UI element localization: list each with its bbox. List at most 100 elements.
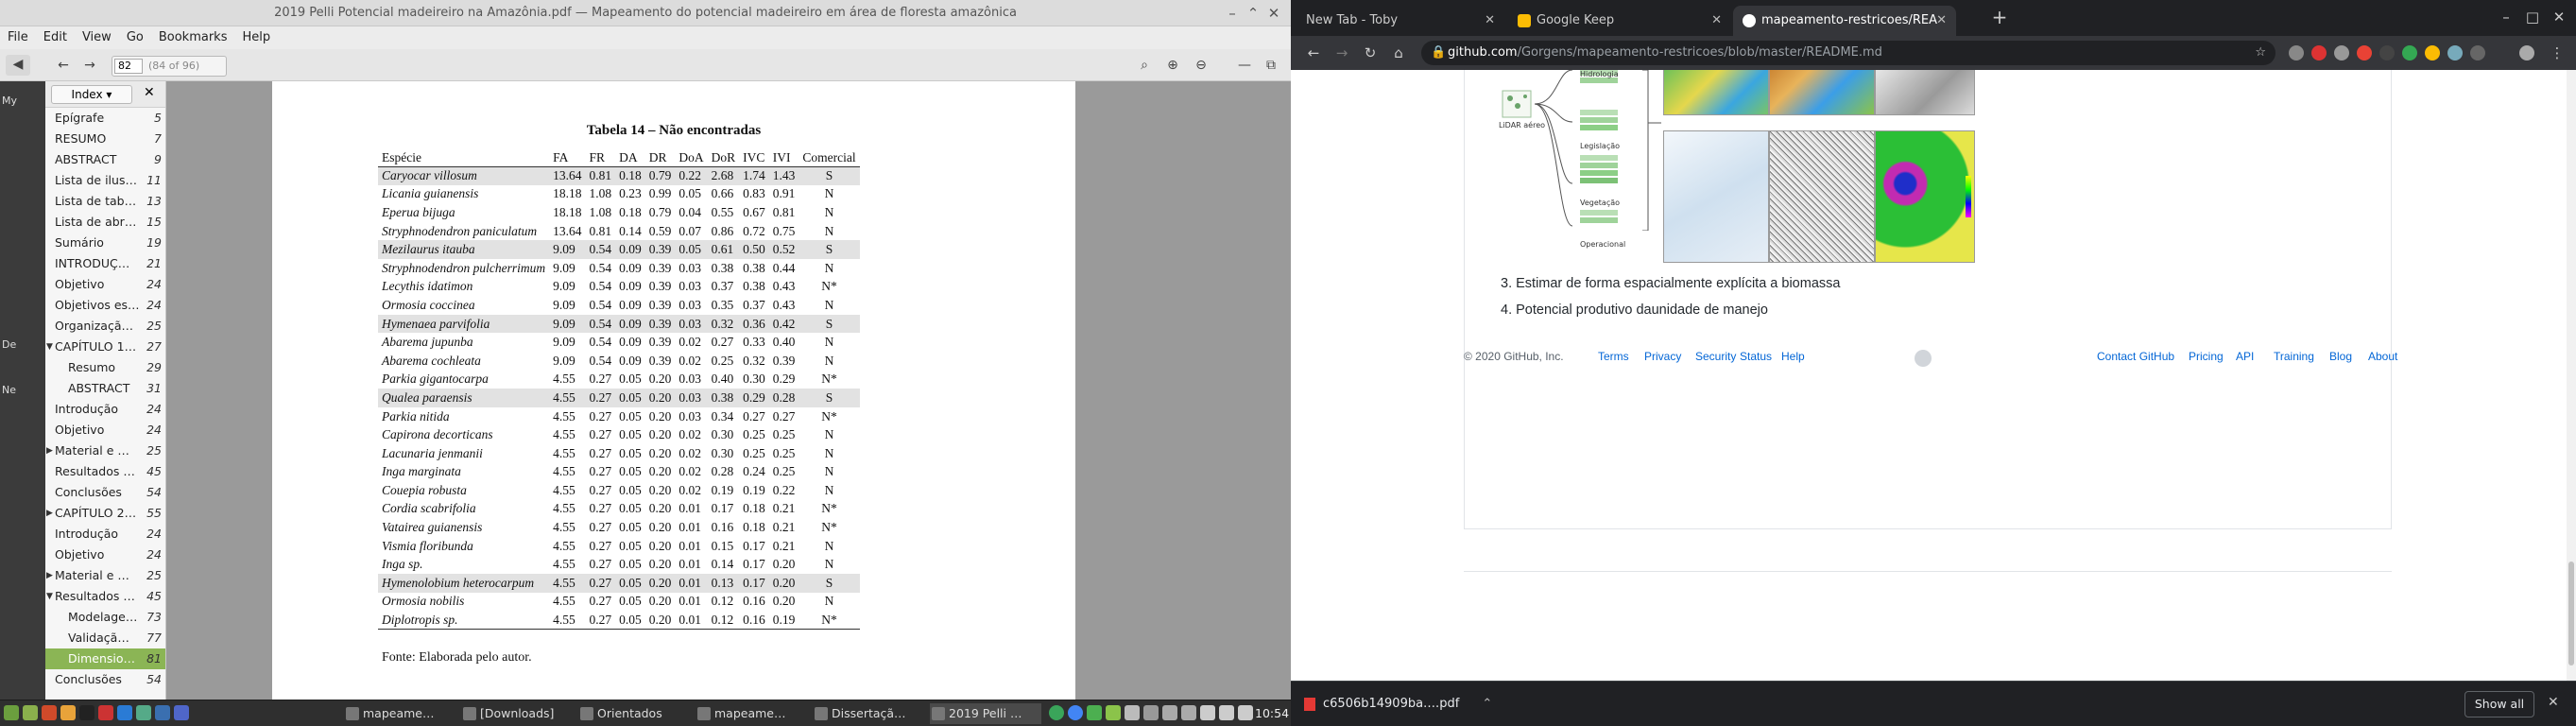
bookmark-star-icon[interactable]: ☆: [2255, 41, 2266, 65]
toc-item[interactable]: Objetivo 24: [45, 544, 165, 565]
extension-icon[interactable]: [2334, 45, 2349, 60]
shield-icon[interactable]: [1106, 705, 1121, 720]
close-download-bar-icon[interactable]: ✕: [2548, 695, 2559, 710]
go-forward-icon[interactable]: →: [79, 56, 100, 75]
toc-item[interactable]: ▶ CAPÍTULO 2… 55: [45, 503, 165, 524]
scrollbar-thumb[interactable]: [2568, 562, 2574, 666]
toc-item[interactable]: Lista de ilus… 11: [45, 170, 165, 191]
toc-item[interactable]: Sumário 19: [45, 233, 165, 253]
toc-item[interactable]: ▶ Material e … 25: [45, 441, 165, 461]
tab-github-readme[interactable]: mapeamento-restricoes/REA ✕: [1733, 6, 1956, 36]
taskbar-window-button[interactable]: mapeame…: [344, 703, 455, 724]
zoom-in-icon[interactable]: ⊕: [1162, 56, 1183, 75]
footer-link[interactable]: Blog: [2329, 350, 2352, 363]
tray-icon[interactable]: [1068, 705, 1083, 720]
github-logo-icon[interactable]: [1915, 350, 1932, 367]
firefox-icon[interactable]: [42, 705, 57, 720]
tray-icon[interactable]: [1125, 705, 1140, 720]
toc-item[interactable]: Conclusões 54: [45, 669, 165, 690]
footer-link[interactable]: Terms: [1598, 350, 1629, 363]
maximize-icon[interactable]: □: [2523, 8, 2542, 26]
close-icon[interactable]: ✕: [2550, 8, 2568, 26]
toc-item[interactable]: Modelage… 73: [45, 607, 165, 628]
fit-width-icon[interactable]: —: [1234, 56, 1255, 75]
toc-item[interactable]: ▼ Resultados … 45: [45, 586, 165, 607]
close-icon[interactable]: ✕: [1264, 4, 1283, 23]
extension-icon[interactable]: [2425, 45, 2440, 60]
app-icon[interactable]: [174, 705, 189, 720]
show-all-button[interactable]: Show all: [2464, 691, 2534, 717]
tab-new-tab-toby[interactable]: New Tab - Toby ✕: [1297, 6, 1504, 36]
terminal-icon[interactable]: [79, 705, 94, 720]
toc-item[interactable]: Epígrafe 5: [45, 108, 165, 129]
menu-item[interactable]: Bookmarks: [151, 26, 235, 48]
toc-item[interactable]: Lista de abr… 15: [45, 212, 165, 233]
minimize-icon[interactable]: –: [1223, 4, 1242, 23]
chevron-right-icon[interactable]: ▶: [46, 565, 53, 586]
extension-icon[interactable]: [2289, 45, 2304, 60]
zoom-out-icon[interactable]: ⊖: [1191, 56, 1211, 75]
menu-item[interactable]: Go: [119, 26, 151, 48]
extension-icon[interactable]: [2402, 45, 2417, 60]
menu-icon[interactable]: [4, 705, 19, 720]
close-sidebar-icon[interactable]: ✕: [144, 85, 155, 100]
toc-item[interactable]: RESUMO 7: [45, 129, 165, 149]
app-icon[interactable]: [117, 705, 132, 720]
scrollbar[interactable]: [2567, 70, 2576, 681]
footer-link[interactable]: Help: [1781, 350, 1805, 363]
zoom-fit-icon[interactable]: ⌕: [1134, 56, 1155, 75]
chevron-right-icon[interactable]: ▶: [46, 503, 53, 524]
footer-link[interactable]: Contact GitHub: [2097, 350, 2174, 363]
minimize-icon[interactable]: –: [2497, 8, 2516, 26]
footer-link[interactable]: About: [2368, 350, 2397, 363]
close-tab-icon[interactable]: ✕: [1711, 9, 1722, 32]
tray-icon[interactable]: [1162, 705, 1177, 720]
volume-icon[interactable]: [1219, 705, 1234, 720]
toc-item[interactable]: Organizaçã… 25: [45, 316, 165, 337]
toc-item[interactable]: ABSTRACT 31: [45, 378, 165, 399]
app-icon[interactable]: [155, 705, 170, 720]
avatar[interactable]: [2519, 45, 2534, 60]
printer-icon[interactable]: [1143, 705, 1159, 720]
app-icon[interactable]: [60, 705, 76, 720]
new-tab-icon[interactable]: +: [1990, 8, 2009, 26]
reload-icon[interactable]: ↻: [1361, 43, 1380, 62]
footer-link[interactable]: Security: [1695, 350, 1736, 363]
toc-item[interactable]: Lista de tab… 13: [45, 191, 165, 212]
close-tab-icon[interactable]: ✕: [1936, 9, 1947, 32]
extension-icon[interactable]: [2447, 45, 2463, 60]
taskbar-window-button[interactable]: [Downloads]: [461, 703, 573, 724]
toc-item[interactable]: ▶ Material e … 25: [45, 565, 165, 586]
taskbar-window-button[interactable]: Dissertaçã…: [813, 703, 924, 724]
fullscreen-icon[interactable]: ⧉: [1261, 56, 1281, 75]
toc-item[interactable]: Introdução 24: [45, 399, 165, 420]
go-back-icon[interactable]: ←: [53, 56, 74, 75]
footer-link[interactable]: Status: [1740, 350, 1772, 363]
tray-icon[interactable]: [1049, 705, 1064, 720]
maximize-icon[interactable]: ⌃: [1244, 4, 1262, 23]
more-menu-icon[interactable]: ⋮: [2548, 43, 2567, 62]
battery-icon[interactable]: [1238, 705, 1253, 720]
menu-item[interactable]: Edit: [36, 26, 75, 48]
tab-google-keep[interactable]: Google Keep ✕: [1508, 6, 1731, 36]
back-arrow-icon[interactable]: ◀: [6, 55, 30, 76]
menu-item[interactable]: Help: [234, 26, 278, 48]
toc-item[interactable]: ▼ CAPÍTULO 1… 27: [45, 337, 165, 357]
extension-icon[interactable]: [2470, 45, 2485, 60]
extension-icon[interactable]: [2311, 45, 2327, 60]
tray-icon[interactable]: [1181, 705, 1196, 720]
page-number-input[interactable]: 82: [114, 59, 143, 74]
footer-link[interactable]: API: [2236, 350, 2254, 363]
app-icon[interactable]: [136, 705, 151, 720]
footer-link[interactable]: Training: [2274, 350, 2314, 363]
forward-icon[interactable]: →: [1332, 43, 1351, 62]
chevron-right-icon[interactable]: ▶: [46, 441, 53, 461]
toc-item[interactable]: Objetivo 24: [45, 274, 165, 295]
taskbar-window-button[interactable]: mapeame…: [696, 703, 807, 724]
back-icon[interactable]: ←: [1304, 43, 1323, 62]
home-icon[interactable]: ⌂: [1389, 43, 1408, 62]
download-item[interactable]: c6506b14909ba….pdf ⌃: [1304, 691, 1492, 717]
toc-item[interactable]: Introdução 24: [45, 524, 165, 544]
tray-icon[interactable]: [1087, 705, 1102, 720]
extension-icon[interactable]: [2357, 45, 2372, 60]
